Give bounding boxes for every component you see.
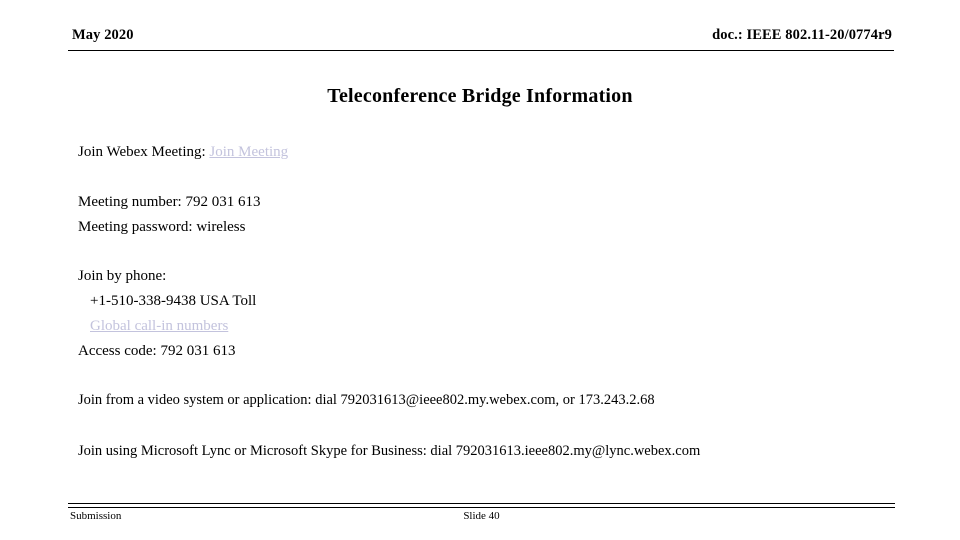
meeting-number: Meeting number: 792 031 613 <box>78 194 261 210</box>
slide-header: May 2020 doc.: IEEE 802.11-20/0774r9 <box>68 27 894 53</box>
access-code: Access code: 792 031 613 <box>78 343 236 359</box>
phone-number: +1-510-338-9438 USA Toll <box>90 293 257 309</box>
footer-divider-bottom <box>68 507 895 508</box>
header-document-number: doc.: IEEE 802.11-20/0774r9 <box>712 27 892 43</box>
slide: May 2020 doc.: IEEE 802.11-20/0774r9 Tel… <box>0 0 960 540</box>
lync-skype-dial-info: Join using Microsoft Lync or Microsoft S… <box>78 443 701 459</box>
join-webex-label: Join Webex Meeting: <box>78 144 206 160</box>
meeting-password: Meeting password: wireless <box>78 219 246 235</box>
slide-body: Join Webex Meeting: Join Meeting Meeting… <box>78 140 888 364</box>
footer-slide-number: Slide 40 <box>463 510 500 522</box>
global-call-in-row: Global call-in numbers <box>78 314 888 339</box>
join-webex-row: Join Webex Meeting: Join Meeting <box>78 140 888 165</box>
footer-divider-top <box>68 503 895 504</box>
join-meeting-link[interactable]: Join Meeting <box>209 144 288 160</box>
header-divider <box>68 50 894 51</box>
page-title: Teleconference Bridge Information <box>327 85 633 107</box>
join-by-phone-label: Join by phone: <box>78 268 167 284</box>
header-date: May 2020 <box>72 27 134 43</box>
global-call-in-numbers-link[interactable]: Global call-in numbers <box>90 318 228 334</box>
video-system-dial-info: Join from a video system or application:… <box>78 392 655 408</box>
slide-footer: Submission Slide 40 <box>68 503 895 533</box>
